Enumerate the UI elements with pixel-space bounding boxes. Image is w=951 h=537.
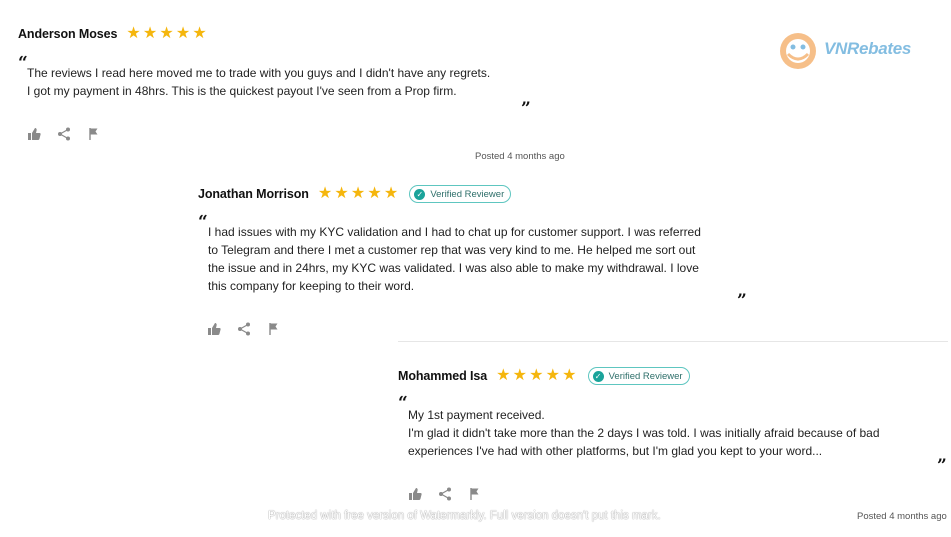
review-card: Anderson Moses ★ ★ ★ ★ ★ “ The reviews I… [18, 24, 618, 164]
review-actions [408, 487, 498, 501]
star-icon: ★ [512, 367, 527, 384]
review-line: I'm glad it didn't take more than the 2 … [408, 426, 880, 440]
review-text: I had issues with my KYC validation and … [208, 223, 758, 295]
review-actions [27, 127, 117, 141]
review-text: The reviews I read here moved me to trad… [27, 64, 607, 100]
flag-icon[interactable] [468, 487, 482, 501]
star-icon: ★ [496, 367, 511, 384]
star-rating: ★ ★ ★ ★ ★ [318, 186, 401, 202]
star-icon: ★ [350, 185, 366, 202]
share-icon[interactable] [438, 487, 452, 501]
reviewer-name: Anderson Moses [18, 27, 118, 41]
verified-reviewer-badge: ✓ Verified Reviewer [587, 367, 690, 385]
check-icon: ✓ [414, 188, 426, 200]
posted-date: Posted 4 months ago [857, 511, 947, 522]
thumbs-up-icon[interactable] [27, 127, 41, 141]
review-line: I got my payment in 48hrs. This is the q… [27, 84, 457, 98]
reviews-page: VNRebates Anderson Moses ★ ★ ★ ★ ★ “ The… [0, 0, 951, 537]
review-line: My 1st payment received. [408, 408, 545, 422]
thumbs-up-icon[interactable] [207, 322, 221, 336]
thumbs-up-icon[interactable] [408, 487, 422, 501]
review-header: Jonathan Morrison ★ ★ ★ ★ ★ ✓ Verified R… [198, 184, 758, 204]
star-icon: ★ [142, 25, 158, 42]
review-header: Mohammed Isa ★ ★ ★ ★ ★ ✓ Verified Review… [398, 366, 948, 386]
review-line: The reviews I read here moved me to trad… [27, 66, 491, 80]
close-quote-icon: ” [737, 291, 747, 311]
share-icon[interactable] [57, 127, 71, 141]
flag-icon[interactable] [87, 127, 101, 141]
star-icon: ★ [562, 367, 577, 384]
review-line: this company for keeping to their word. [208, 279, 415, 293]
posted-date: Posted 4 months ago [475, 151, 565, 162]
star-icon: ★ [126, 25, 141, 42]
review-card: Jonathan Morrison ★ ★ ★ ★ ★ ✓ Verified R… [198, 184, 758, 344]
open-quote-icon: “ [198, 212, 208, 232]
badge-label: Verified Reviewer [430, 188, 505, 200]
watermark-text: Protected with free version of Watermark… [268, 510, 661, 522]
star-icon: ★ [367, 185, 382, 202]
star-icon: ★ [175, 25, 191, 42]
open-quote-icon: “ [398, 393, 408, 413]
logo-wordmark: VNRebates [824, 39, 912, 58]
close-quote-icon: ” [937, 456, 947, 476]
flag-icon[interactable] [267, 322, 281, 336]
star-icon: ★ [545, 367, 560, 384]
badge-label: Verified Reviewer [608, 370, 683, 382]
review-line: experiences I've had with other platform… [408, 444, 823, 458]
star-icon: ★ [317, 185, 333, 202]
review-line: to Telegram and there I met a customer r… [208, 243, 696, 257]
verified-reviewer-badge: ✓ Verified Reviewer [409, 185, 512, 203]
star-rating: ★ ★ ★ ★ ★ [126, 26, 209, 42]
review-header: Anderson Moses ★ ★ ★ ★ ★ [18, 24, 618, 44]
review-text: My 1st payment received. I'm glad it did… [408, 406, 938, 460]
star-icon: ★ [334, 185, 349, 202]
check-icon: ✓ [592, 370, 604, 382]
review-line: I had issues with my KYC validation and … [208, 225, 701, 239]
star-icon: ★ [159, 25, 174, 42]
star-icon: ★ [529, 367, 544, 384]
close-quote-icon: ” [521, 99, 531, 119]
review-card: Mohammed Isa ★ ★ ★ ★ ★ ✓ Verified Review… [398, 366, 948, 506]
star-icon: ★ [383, 185, 399, 202]
logo-mascot-icon [780, 33, 816, 69]
reviewer-name: Mohammed Isa [398, 369, 488, 383]
review-actions [207, 322, 297, 336]
share-icon[interactable] [237, 322, 251, 336]
divider [398, 341, 948, 342]
review-line: the issue and in 24hrs, my KYC was valid… [208, 261, 699, 275]
star-rating: ★ ★ ★ ★ ★ [496, 368, 579, 384]
reviewer-name: Jonathan Morrison [198, 187, 309, 201]
star-icon: ★ [192, 25, 207, 42]
vnrebates-logo: VNRebates [778, 30, 928, 72]
